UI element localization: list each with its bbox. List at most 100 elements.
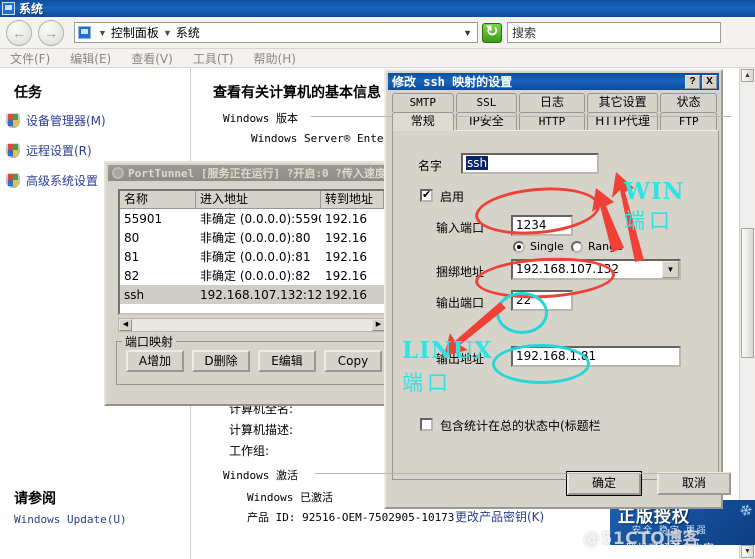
menu-item-file[interactable]: 文件(F) — [0, 50, 60, 67]
sidebar-item-label: 远程设置(R) — [26, 144, 92, 158]
annotation-ellipse-out-address — [492, 344, 590, 384]
scroll-down-icon[interactable]: ▼ — [741, 545, 754, 558]
menu-item-edit[interactable]: 编辑(E) — [60, 50, 121, 67]
group-rule-edition — [311, 116, 731, 117]
dialog-title-bar: 修改 ssh 映射的设置 ? X — [388, 73, 719, 90]
copy-mapping-button[interactable]: Copy — [324, 350, 382, 372]
cell-in-address: 192.168.107.132:1234 — [200, 287, 321, 302]
single-radio[interactable] — [513, 241, 525, 253]
sidebar-item-label: 设备管理器(M) — [26, 114, 106, 128]
table-row[interactable]: 82 非确定 (0.0.0.0):82 192.16 — [120, 266, 384, 285]
annotation-ellipse-out-port — [496, 292, 548, 334]
refresh-button[interactable] — [482, 22, 502, 43]
see-also-item-windows-update[interactable]: Windows Update(U) — [14, 513, 127, 526]
name-input[interactable]: ssh — [461, 153, 599, 174]
shield-icon — [6, 173, 20, 188]
sidebar-item-advanced-system[interactable]: 高级系统设置 — [6, 172, 98, 189]
tab-http-proxy[interactable]: HTTP代理 — [586, 112, 659, 131]
address-bar[interactable]: ▼ 控制面板 ▼ 系统 ▼ — [74, 22, 478, 43]
tab-row-lower: 常规 IP安全 HTTP HTTP代理 FTP — [392, 112, 719, 131]
include-stats-checkbox[interactable] — [420, 418, 433, 431]
table-row[interactable]: 55901 非确定 (0.0.0.0):55901 192.16 — [120, 209, 384, 228]
porttunnel-table[interactable]: 名称 进入地址 转到地址 55901 非确定 (0.0.0.0):55901 1… — [118, 189, 386, 315]
enable-checkbox[interactable] — [420, 188, 433, 202]
column-header-name[interactable]: 名称 — [120, 191, 196, 209]
tab-log[interactable]: 日志 — [519, 93, 585, 112]
shield-icon — [6, 143, 20, 158]
workgroup-label: 工作组: — [229, 444, 270, 458]
cancel-button[interactable]: 取消 — [657, 472, 731, 495]
edit-mapping-button[interactable]: E编辑 — [258, 350, 316, 372]
column-header-to-address[interactable]: 转到地址 — [321, 191, 384, 209]
cell-in-address: 非确定 (0.0.0.0):82 — [200, 269, 311, 283]
scroll-left-icon[interactable]: ◀ — [119, 319, 132, 331]
tab-general[interactable]: 常规 — [392, 112, 454, 131]
breadcrumb-item-0[interactable]: 控制面板 — [111, 24, 159, 41]
sidebar-item-label: 高级系统设置 — [26, 174, 99, 188]
scroll-up-icon[interactable]: ▲ — [741, 69, 754, 82]
computer-description-label: 计算机描述: — [229, 423, 294, 437]
range-radio-label: Range — [588, 240, 623, 253]
sidebar-item-remote-settings[interactable]: 远程设置(R) — [6, 142, 92, 159]
porttunnel-title: PortTunnel [服务正在运行] ?开启:0 ?传入速度 — [128, 167, 386, 180]
cell-name: ssh — [124, 287, 145, 302]
tab-ftp[interactable]: FTP — [660, 112, 717, 131]
breadcrumb-item-1[interactable]: 系统 — [176, 24, 200, 41]
tab-status[interactable]: 状态 — [660, 93, 717, 112]
tab-row-upper: SMTP SSL 日志 其它设置 状态 — [392, 93, 719, 112]
annotation-linux-line1: LINUX — [402, 337, 493, 364]
add-mapping-button[interactable]: A增加 — [126, 350, 184, 372]
tab-ip-security[interactable]: IP安全 — [455, 112, 518, 131]
cell-to-address: 192.16 — [325, 249, 367, 264]
menu-item-view[interactable]: 查看(V) — [121, 50, 183, 67]
ok-button[interactable]: 确定 — [566, 471, 642, 496]
tab-http[interactable]: HTTP — [519, 112, 585, 131]
column-header-in-address[interactable]: 进入地址 — [196, 191, 321, 209]
search-input[interactable]: 搜索 — [507, 22, 721, 43]
enable-label: 启用 — [440, 190, 465, 204]
cell-to-address: 192.16 — [325, 230, 367, 245]
tasks-header: 任务 — [14, 85, 42, 101]
shield-icon — [6, 113, 20, 128]
cell-to-address: 192.16 — [325, 268, 367, 283]
window-title: 系统 — [19, 2, 44, 16]
breadcrumb-caret-0: ▼ — [98, 27, 107, 38]
scrollbar-thumb[interactable] — [741, 228, 754, 358]
chevron-down-icon[interactable]: ▼ — [662, 261, 679, 278]
porttunnel-horizontal-scrollbar[interactable]: ◀ ▶ — [118, 318, 386, 332]
menu-item-tools[interactable]: 工具(T) — [183, 50, 244, 67]
group-label-windows-edition: Windows 版本 — [223, 110, 303, 126]
tab-other-settings[interactable]: 其它设置 — [586, 93, 659, 112]
cell-to-address: 192.16 — [325, 211, 367, 226]
back-button[interactable]: ← — [6, 19, 32, 46]
forward-button[interactable]: → — [38, 19, 64, 46]
annotation-win-line1: WIN — [624, 178, 685, 205]
range-radio[interactable] — [571, 241, 583, 253]
table-row-selected[interactable]: ssh 192.168.107.132:1234 192.16 — [120, 285, 384, 304]
dialog-title: 修改 ssh 映射的设置 — [392, 75, 513, 89]
delete-mapping-button[interactable]: D删除 — [192, 350, 250, 372]
cell-to-address: 192.16 — [325, 287, 367, 302]
cell-in-address: 非确定 (0.0.0.0):80 — [200, 231, 311, 245]
tab-ssl[interactable]: SSL — [455, 93, 518, 112]
port-mapping-group-label: 端口映射 — [122, 333, 177, 350]
cell-name: 82 — [124, 268, 140, 283]
tab-smtp[interactable]: SMTP — [392, 93, 454, 112]
out-port-label: 输出端口 — [436, 296, 485, 310]
porttunnel-title-bar: PortTunnel [服务正在运行] ?开启:0 ?传入速度 — [108, 165, 387, 181]
name-label: 名字 — [418, 159, 443, 173]
table-row[interactable]: 81 非确定 (0.0.0.0):81 192.16 — [120, 247, 384, 266]
name-input-value: ssh — [466, 156, 489, 170]
help-icon[interactable]: ? — [685, 74, 700, 89]
chevron-down-icon[interactable]: ▼ — [463, 28, 472, 38]
vertical-scrollbar[interactable]: ▲ ▼ — [739, 68, 755, 559]
menu-bar: 文件(F) 编辑(E) 查看(V) 工具(T) 帮助(H) — [0, 49, 755, 68]
cell-in-address: 非确定 (0.0.0.0):55901 — [200, 212, 321, 226]
close-icon[interactable]: X — [702, 74, 717, 89]
change-product-key-link[interactable]: 更改产品密钥(K) — [455, 508, 544, 525]
menu-item-help[interactable]: 帮助(H) — [244, 50, 306, 67]
group-rule-activation — [315, 473, 731, 474]
sidebar-item-device-manager[interactable]: 设备管理器(M) — [6, 112, 106, 129]
single-radio-label: Single — [530, 240, 564, 253]
table-row[interactable]: 80 非确定 (0.0.0.0):80 192.16 — [120, 228, 384, 247]
